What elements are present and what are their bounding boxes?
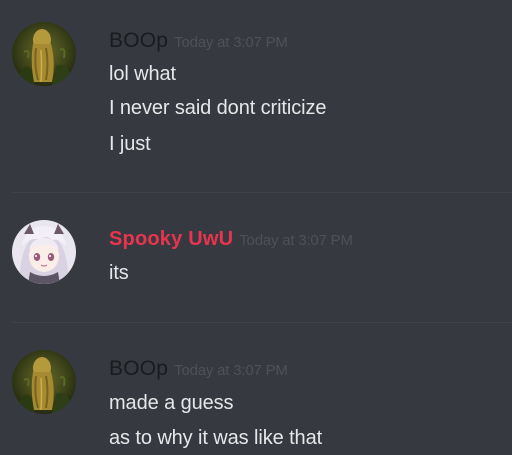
username[interactable]: BOOp xyxy=(109,29,168,52)
username[interactable]: Spooky UwU xyxy=(109,228,233,250)
timestamp: Today at 3:07 PM xyxy=(174,362,288,379)
message-text: lol what xyxy=(109,63,177,85)
message-header: Spooky UwU Today at 3:07 PM xyxy=(109,229,353,249)
message-text: made a guess xyxy=(109,392,234,414)
message-text: I just xyxy=(109,133,151,155)
anime-girl-avatar-icon xyxy=(12,220,76,284)
message-text: its xyxy=(109,262,129,284)
timestamp: Today at 3:07 PM xyxy=(174,34,288,51)
avatar[interactable] xyxy=(12,220,76,284)
chat-message-list: BOOp Today at 3:07 PM lol what I never sa… xyxy=(0,0,512,455)
moss-figure-avatar-icon xyxy=(12,350,76,414)
avatar[interactable] xyxy=(12,22,76,86)
timestamp: Today at 3:07 PM xyxy=(239,232,353,249)
message-header: BOOp Today at 3:07 PM xyxy=(109,358,288,379)
moss-figure-avatar-icon xyxy=(12,22,76,86)
username[interactable]: BOOp xyxy=(109,357,168,380)
avatar[interactable] xyxy=(12,350,76,414)
message-divider xyxy=(12,322,512,323)
message-divider xyxy=(12,192,512,193)
message-text: I never said dont criticize xyxy=(109,97,327,119)
message-text: as to why it was like that xyxy=(109,427,323,449)
message-header: BOOp Today at 3:07 PM xyxy=(109,30,288,51)
